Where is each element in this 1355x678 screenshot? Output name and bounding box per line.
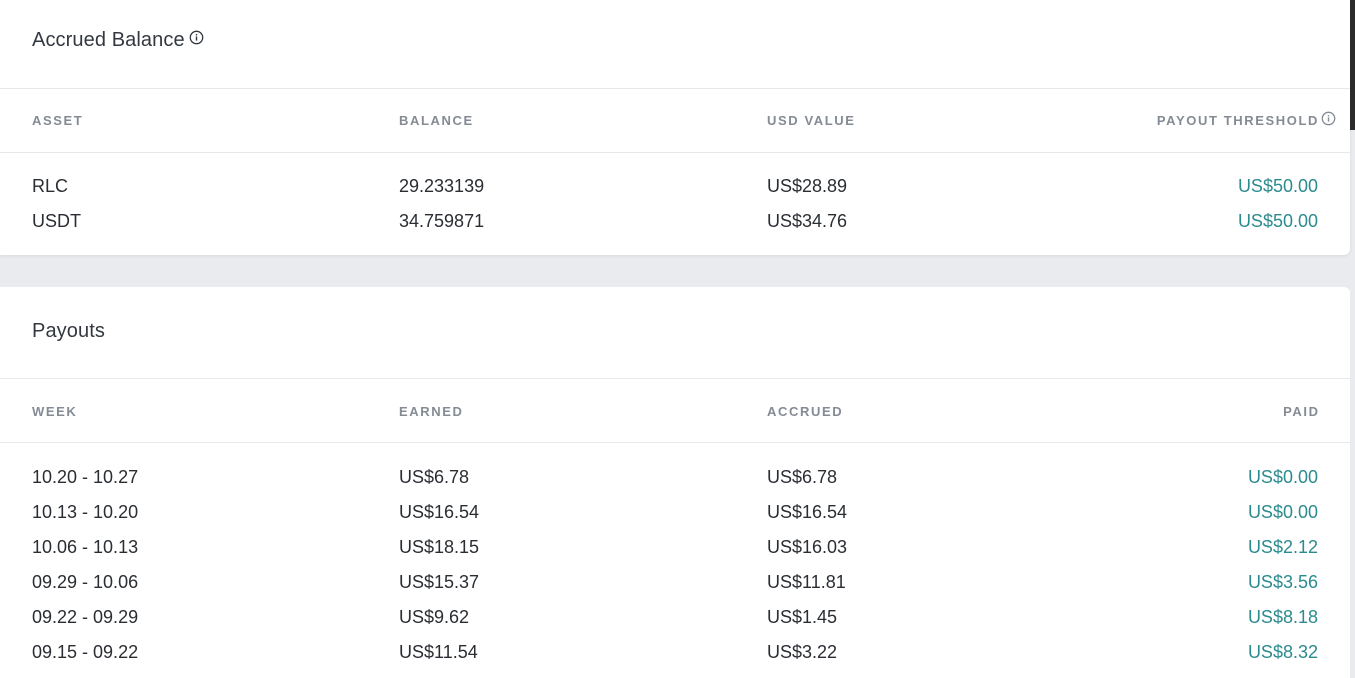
balance-cell: 34.759871 (399, 211, 485, 231)
usd-value-cell: US$34.76 (767, 211, 848, 231)
week-cell: 10.06 - 10.13 (32, 537, 139, 557)
column-header-balance: BALANCE (399, 113, 474, 128)
accrued-cell: US$1.45 (767, 607, 838, 627)
header-divider (0, 378, 1350, 379)
week-cell: 09.29 - 10.06 (32, 572, 139, 592)
scrollbar[interactable] (1350, 0, 1355, 130)
accrued-cell: US$16.54 (767, 502, 848, 522)
column-header-earned: EARNED (399, 404, 464, 419)
earned-cell: US$9.62 (399, 607, 470, 627)
earned-cell: US$18.15 (399, 537, 480, 557)
accrued-cell: US$16.03 (767, 537, 848, 557)
payouts-title: Payouts (32, 320, 105, 342)
balance-cell: 29.233139 (399, 176, 485, 196)
column-header-paid: PAID (1283, 404, 1320, 419)
earned-cell: US$6.78 (399, 467, 470, 487)
payout-threshold-link[interactable]: US$50.00 (1238, 176, 1318, 197)
earned-cell: US$16.54 (399, 502, 480, 522)
usd-value-cell: US$28.89 (767, 176, 848, 196)
table-header-divider (0, 442, 1350, 443)
column-header-usd-value: USD VALUE (767, 113, 856, 128)
week-cell: 09.22 - 09.29 (32, 607, 139, 627)
asset-cell: RLC (32, 176, 69, 196)
payouts-card: Payouts WEEK EARNED ACCRUED PAID 10.20 -… (0, 287, 1350, 678)
accrued-cell: US$11.81 (767, 572, 846, 592)
paid-link[interactable]: US$8.18 (1248, 607, 1318, 628)
accrued-balance-card: Accrued Balance ASSET BALANCE USD VALUE … (0, 0, 1350, 255)
asset-cell: USDT (32, 211, 81, 231)
paid-link[interactable]: US$0.00 (1248, 502, 1318, 523)
column-header-payout-threshold-text: PAYOUT THRESHOLD (1156, 113, 1319, 128)
info-icon[interactable] (189, 28, 204, 51)
accrued-balance-title: Accrued Balance (32, 29, 204, 52)
paid-link[interactable]: US$0.00 (1248, 467, 1318, 488)
header-divider (0, 88, 1350, 89)
week-cell: 09.15 - 09.22 (32, 642, 139, 662)
accrued-cell: US$6.78 (767, 467, 838, 487)
week-cell: 10.13 - 10.20 (32, 502, 139, 522)
column-header-accrued: ACCRUED (767, 404, 844, 419)
info-icon[interactable] (1321, 111, 1336, 129)
week-cell: 10.20 - 10.27 (32, 467, 139, 487)
accrued-balance-title-text: Accrued Balance (32, 29, 185, 51)
earned-cell: US$11.54 (399, 642, 478, 662)
paid-link[interactable]: US$8.32 (1248, 642, 1318, 663)
payout-threshold-link[interactable]: US$50.00 (1238, 211, 1318, 232)
column-header-asset: ASSET (32, 113, 84, 128)
accrued-cell: US$3.22 (767, 642, 838, 662)
table-header-divider (0, 152, 1350, 153)
paid-link[interactable]: US$2.12 (1248, 537, 1318, 558)
paid-link[interactable]: US$3.56 (1248, 572, 1318, 593)
earned-cell: US$15.37 (399, 572, 480, 592)
column-header-week: WEEK (32, 404, 78, 419)
column-header-payout-threshold: PAYOUT THRESHOLD (1156, 111, 1336, 129)
